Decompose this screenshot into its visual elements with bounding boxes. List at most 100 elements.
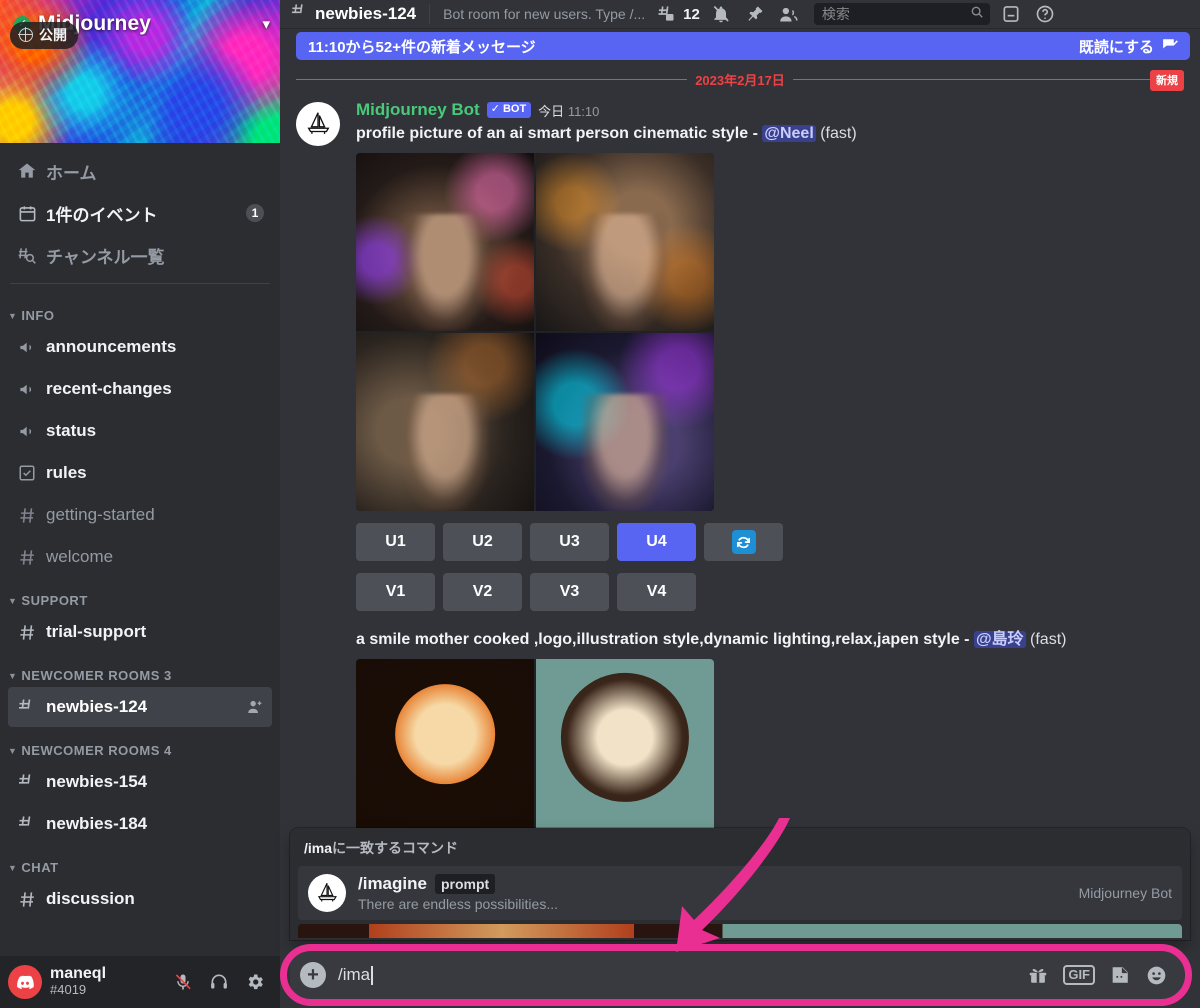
gift-icon[interactable]: [1027, 964, 1049, 986]
category-newcomer-rooms-3[interactable]: ▼ NEWCOMER ROOMS 3: [0, 654, 280, 687]
globe-icon: [18, 27, 33, 42]
user-tag: #4019: [50, 982, 87, 998]
threads-icon[interactable]: [653, 2, 679, 26]
search-input[interactable]: 検索: [813, 3, 990, 25]
generated-image-grid[interactable]: [356, 153, 714, 512]
category-chat[interactable]: ▼ CHAT: [0, 846, 280, 879]
upscale-u3-button[interactable]: U3: [530, 523, 609, 562]
message-timestamp: 今日 11:10: [538, 101, 599, 120]
sidebar-item-browse-channels[interactable]: チャンネル一覧: [8, 235, 272, 275]
sidebar-item-announcements[interactable]: announcements: [8, 327, 272, 367]
check-icon: ✓: [490, 102, 500, 115]
sidebar-item-discussion[interactable]: discussion: [8, 879, 272, 919]
channel-title: newbies-124: [290, 2, 416, 26]
chevron-down-icon: ▼: [8, 310, 18, 321]
header-divider: [429, 4, 431, 24]
command-autocomplete-popup[interactable]: /imaに一致するコマンド /imagine prompt There are …: [290, 828, 1190, 940]
channel-label: recent-changes: [46, 379, 172, 398]
sidebar-item-newbies-124[interactable]: newbies-124: [8, 687, 272, 727]
user-mention[interactable]: @島玲: [973, 631, 1026, 649]
mark-read-button[interactable]: 既読にする: [1079, 36, 1178, 57]
sidebar-item-events[interactable]: 1件のイベント 1: [8, 193, 272, 233]
generated-image[interactable]: [536, 153, 714, 332]
variation-v3-button[interactable]: V3: [530, 573, 609, 612]
generated-image-grid[interactable]: [356, 659, 714, 838]
chevron-down-icon: ▼: [8, 862, 18, 873]
emoji-icon[interactable]: [1145, 964, 1168, 987]
message-composer[interactable]: + /ima GIF: [290, 951, 1184, 999]
message-author[interactable]: Midjourney Bot: [356, 100, 480, 120]
members-icon[interactable]: [776, 2, 802, 26]
inbox-icon[interactable]: [998, 2, 1024, 26]
headphones-icon[interactable]: [202, 965, 236, 999]
variation-v4-button[interactable]: V4: [617, 573, 696, 612]
upscale-u2-button[interactable]: U2: [443, 523, 522, 562]
command-option-imagine[interactable]: /imagine prompt There are endless possib…: [298, 866, 1182, 920]
mic-muted-icon[interactable]: [166, 965, 200, 999]
avatar[interactable]: [8, 965, 42, 999]
generated-image[interactable]: [356, 659, 534, 838]
speed-mode: (fast): [820, 125, 857, 142]
add-attachment-icon[interactable]: +: [300, 962, 326, 988]
avatar[interactable]: [296, 102, 340, 146]
sidebar-item-newbies-154[interactable]: newbies-154: [8, 762, 272, 802]
gif-button[interactable]: GIF: [1063, 965, 1095, 985]
sticker-icon[interactable]: [1109, 964, 1131, 986]
sidebar-item-newbies-184[interactable]: newbies-184: [8, 804, 272, 844]
composer-actions: GIF: [1027, 964, 1168, 987]
command-description: There are endless possibilities...: [358, 896, 558, 912]
pin-icon[interactable]: [742, 2, 768, 26]
generated-image[interactable]: [536, 333, 714, 512]
message-input[interactable]: /ima: [338, 965, 1015, 985]
composer-area: + /ima GIF: [280, 940, 1200, 1008]
message-prompt: profile picture of an ai smart person ci…: [356, 123, 1184, 145]
channel-label: rules: [46, 463, 87, 482]
add-member-icon[interactable]: [246, 698, 264, 716]
user-mention[interactable]: @Neel: [762, 125, 816, 142]
bell-off-icon[interactable]: [708, 2, 734, 26]
generated-image[interactable]: [536, 659, 714, 838]
chevron-down-icon: ▼: [8, 670, 18, 681]
sidebar-item-status[interactable]: status: [8, 411, 272, 451]
channel-label: newbies-184: [46, 814, 148, 833]
new-messages-banner[interactable]: 11:10から52+件の新着メッセージ 既読にする: [296, 32, 1190, 60]
category-support[interactable]: ▼ SUPPORT: [0, 579, 280, 612]
category-info[interactable]: ▼ INFO: [0, 294, 280, 327]
event-count-badge: 1: [246, 204, 264, 222]
category-newcomer-rooms-4[interactable]: ▼ NEWCOMER ROOMS 4: [0, 729, 280, 762]
hash-thread-lock-icon: [16, 772, 38, 792]
generated-image[interactable]: [356, 153, 534, 332]
sidebar-item-getting-started[interactable]: getting-started: [8, 495, 272, 535]
hash-thread-lock-icon: [290, 2, 309, 26]
user-info[interactable]: maneql #4019: [50, 966, 106, 997]
reroll-button[interactable]: [704, 523, 783, 562]
command-owner: Midjourney Bot: [1078, 885, 1172, 901]
sidebar-item-trial-support[interactable]: trial-support: [8, 612, 272, 652]
message: Midjourney Bot ✓ BOT 今日 11:10 profile pi…: [296, 100, 1184, 838]
bot-label: BOT: [502, 102, 527, 115]
chevron-down-icon: ▼: [8, 595, 18, 606]
search-icon: [970, 5, 984, 24]
image-subject: [402, 393, 488, 512]
sidebar-item-recent-changes[interactable]: recent-changes: [8, 369, 272, 409]
gear-icon[interactable]: [238, 965, 272, 999]
upscale-u4-button[interactable]: U4: [617, 523, 696, 562]
search-placeholder: 検索: [821, 6, 850, 22]
sidebar-item-welcome[interactable]: welcome: [8, 537, 272, 577]
sidebar-item-home[interactable]: ホーム: [8, 151, 272, 191]
message-prompt: a smile mother cooked ,logo,illustration…: [356, 629, 1184, 651]
channel-topic[interactable]: Bot room for new users. Type /...: [443, 6, 645, 22]
upscale-u1-button[interactable]: U1: [356, 523, 435, 562]
speed-mode: (fast): [1030, 631, 1067, 649]
variation-v2-button[interactable]: V2: [443, 573, 522, 612]
channel-name: newbies-124: [315, 4, 417, 23]
variation-v1-button[interactable]: V1: [356, 573, 435, 612]
help-icon[interactable]: [1032, 2, 1058, 26]
sidebar-item-rules[interactable]: rules: [8, 453, 272, 493]
channel-list[interactable]: ホーム 1件のイベント 1 チャンネル一覧 ▼ INFO announcemen…: [0, 143, 280, 956]
generated-image[interactable]: [356, 333, 534, 512]
channel-sidebar: ✓ Midjourney ▾ 公開 ホーム: [0, 0, 280, 1008]
category-label: NEWCOMER ROOMS 4: [21, 743, 172, 758]
hash-thread-lock-icon: [16, 814, 38, 834]
chevron-down-icon[interactable]: ▾: [262, 15, 270, 33]
